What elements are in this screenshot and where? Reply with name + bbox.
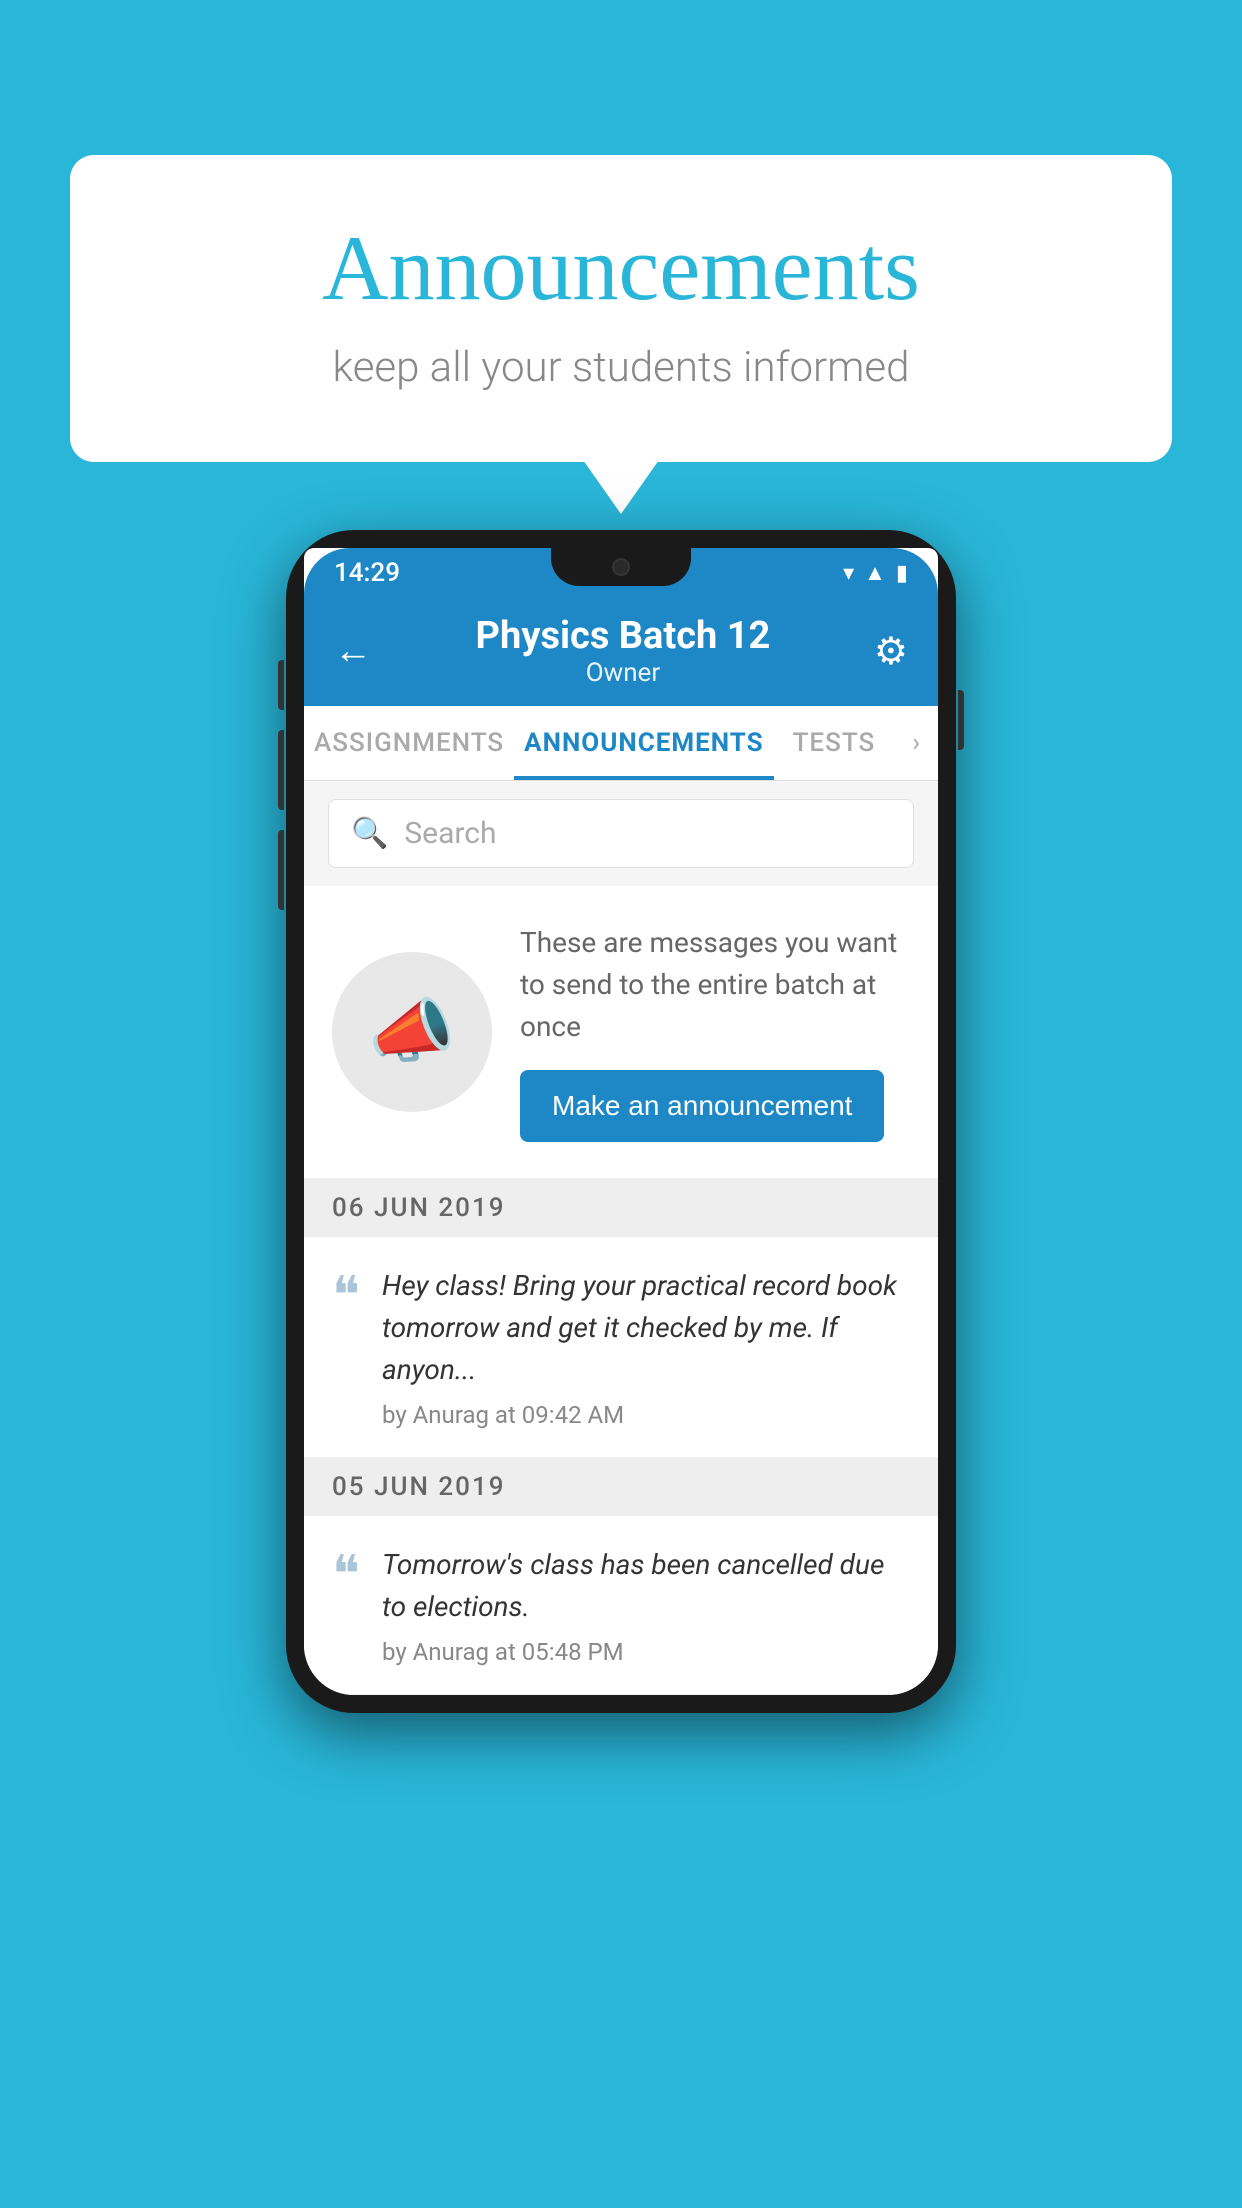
date-separator-2: 05 JUN 2019 (304, 1458, 938, 1516)
phone-outer: 14:29 ▾ ▲ ▮ ← Physics Batch 12 Owner ⚙ (286, 530, 956, 1713)
tab-more[interactable]: › (894, 706, 938, 780)
search-icon: 🔍 (351, 816, 388, 851)
search-placeholder: Search (404, 816, 496, 851)
wifi-icon: ▾ (843, 561, 854, 586)
tab-assignments[interactable]: ASSIGNMENTS (304, 706, 514, 780)
back-button[interactable]: ← (334, 629, 372, 673)
mute-button (278, 660, 284, 710)
speech-bubble-subtitle: keep all your students informed (150, 343, 1092, 392)
announcement-prompt: 📣 These are messages you want to send to… (304, 886, 938, 1179)
make-announcement-button[interactable]: Make an announcement (520, 1070, 884, 1142)
header-subtitle: Owner (476, 658, 771, 688)
search-bar-container: 🔍 Search (304, 781, 938, 886)
quote-icon-1: ❝ (332, 1271, 360, 1323)
phone-screen: 14:29 ▾ ▲ ▮ ← Physics Batch 12 Owner ⚙ (304, 548, 938, 1695)
speech-bubble: Announcements keep all your students inf… (70, 155, 1172, 462)
header-center: Physics Batch 12 Owner (476, 614, 771, 688)
quote-icon-2: ❝ (332, 1550, 360, 1602)
speech-bubble-title: Announcements (150, 215, 1092, 321)
tab-announcements[interactable]: ANNOUNCEMENTS (514, 706, 773, 780)
battery-icon: ▮ (896, 561, 908, 586)
status-time: 14:29 (334, 558, 400, 588)
status-icons: ▾ ▲ ▮ (843, 560, 908, 586)
announcement-item-1[interactable]: ❝ Hey class! Bring your practical record… (304, 1237, 938, 1458)
volume-down-button (278, 830, 284, 910)
header-title: Physics Batch 12 (476, 614, 771, 658)
megaphone-icon: 📣 (368, 991, 455, 1073)
announcement-item-2[interactable]: ❝ Tomorrow's class has been cancelled du… (304, 1516, 938, 1695)
phone-wrapper: 14:29 ▾ ▲ ▮ ← Physics Batch 12 Owner ⚙ (286, 530, 956, 1713)
announcement-text-1: Hey class! Bring your practical record b… (382, 1265, 910, 1391)
prompt-content: These are messages you want to send to t… (520, 922, 910, 1142)
megaphone-circle: 📣 (332, 952, 492, 1112)
app-header: ← Physics Batch 12 Owner ⚙ (304, 594, 938, 706)
announcement-content-2: Tomorrow's class has been cancelled due … (382, 1544, 910, 1666)
date-separator-1: 06 JUN 2019 (304, 1179, 938, 1237)
announcement-content-1: Hey class! Bring your practical record b… (382, 1265, 910, 1429)
speech-bubble-container: Announcements keep all your students inf… (70, 155, 1172, 462)
volume-up-button (278, 730, 284, 810)
phone-notch (551, 548, 691, 586)
tabs-container: ASSIGNMENTS ANNOUNCEMENTS TESTS › (304, 706, 938, 781)
search-input-wrapper[interactable]: 🔍 Search (328, 799, 914, 868)
power-button (958, 690, 964, 750)
signal-icon: ▲ (864, 560, 886, 586)
prompt-text: These are messages you want to send to t… (520, 922, 910, 1048)
tab-tests[interactable]: TESTS (774, 706, 895, 780)
announcement-meta-1: by Anurag at 09:42 AM (382, 1401, 910, 1429)
announcement-text-2: Tomorrow's class has been cancelled due … (382, 1544, 910, 1628)
announcement-meta-2: by Anurag at 05:48 PM (382, 1638, 910, 1666)
front-camera (612, 558, 630, 576)
settings-icon[interactable]: ⚙ (874, 629, 908, 674)
